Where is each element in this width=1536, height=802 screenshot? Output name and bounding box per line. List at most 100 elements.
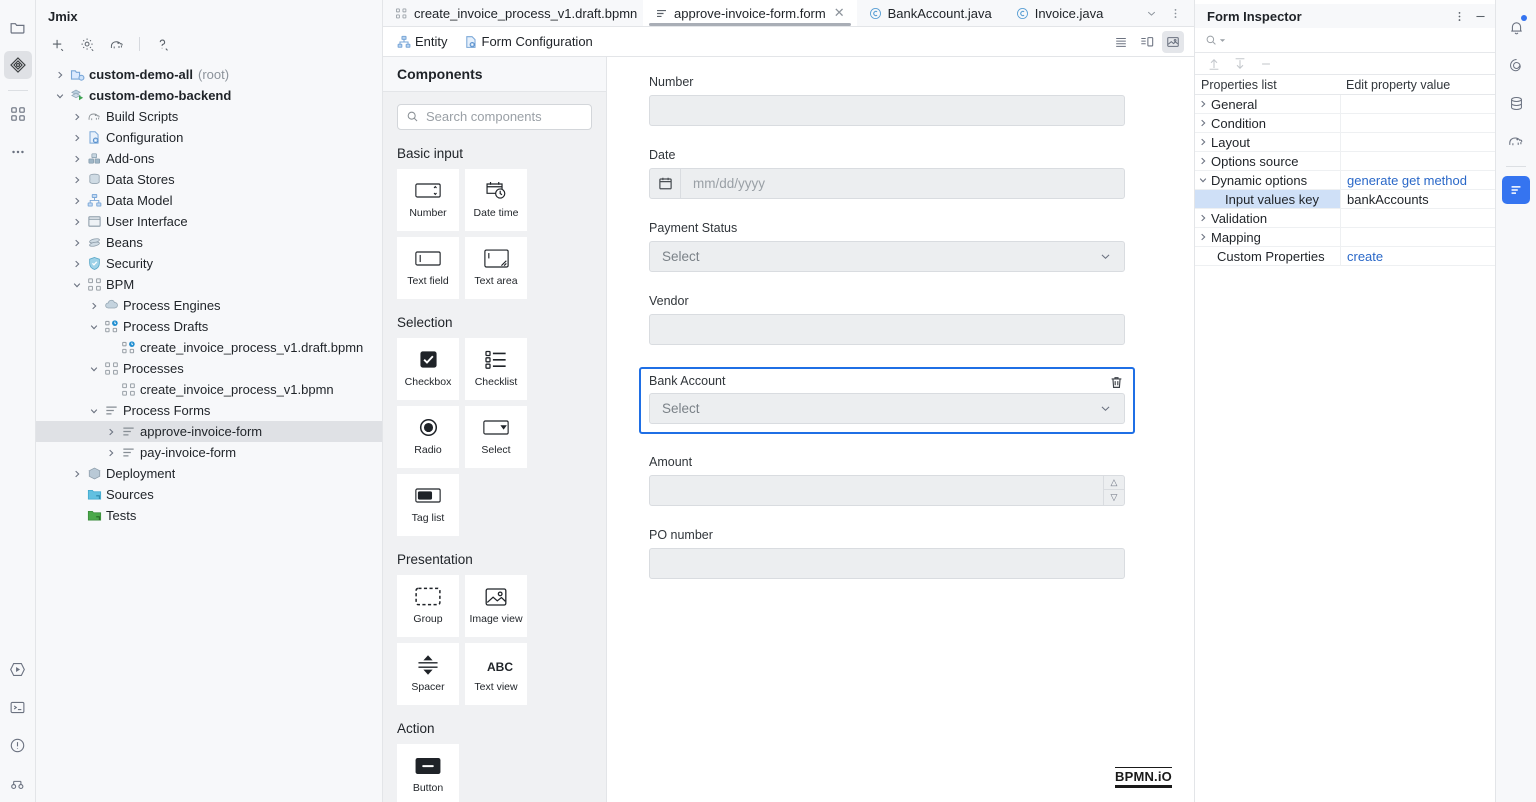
- tree-node-create-invoice-process-v1-bpmn[interactable]: create_invoice_process_v1.bpmn: [36, 379, 382, 400]
- chevron-right-icon[interactable]: [69, 469, 85, 479]
- chevron-right-icon[interactable]: [69, 133, 85, 143]
- form-field-number[interactable]: Number: [649, 75, 1125, 126]
- inspector-search-input[interactable]: [1195, 28, 1495, 53]
- inspector-row-mapping[interactable]: Mapping: [1195, 228, 1495, 247]
- project-folder-icon[interactable]: [4, 13, 32, 41]
- inspector-property-value-cell[interactable]: generate get method: [1340, 171, 1495, 189]
- chevron-right-icon[interactable]: [1195, 99, 1211, 109]
- inspector-property-value-cell[interactable]: [1340, 114, 1495, 132]
- chevron-right-icon[interactable]: [103, 448, 119, 458]
- collapse-all-icon[interactable]: [1233, 57, 1247, 71]
- inspector-property-value-cell[interactable]: [1340, 152, 1495, 170]
- editor-tab-bankaccount-java[interactable]: BankAccount.java: [857, 0, 1004, 26]
- minimize-icon[interactable]: [1474, 10, 1487, 23]
- palette-item-spacer[interactable]: Spacer: [397, 642, 459, 705]
- chevron-right-icon[interactable]: [69, 217, 85, 227]
- inspector-property-name-cell[interactable]: General: [1195, 95, 1340, 113]
- stepper-down-icon[interactable]: ▽: [1104, 490, 1124, 505]
- version-control-icon[interactable]: [4, 769, 32, 797]
- tree-node-user-interface[interactable]: User Interface: [36, 211, 382, 232]
- split-view-icon[interactable]: [1136, 31, 1158, 53]
- expand-all-icon[interactable]: [1207, 57, 1221, 71]
- tree-node-data-model[interactable]: Data Model: [36, 190, 382, 211]
- inspector-row-custom-properties[interactable]: Custom Properties create: [1195, 247, 1495, 266]
- chevron-down-icon[interactable]: [1140, 2, 1162, 24]
- project-tree[interactable]: custom-demo-all (root) custom-demo-backend…: [36, 60, 382, 802]
- editor-tab-bar[interactable]: create_invoice_process_v1.draft.bpmn appr…: [383, 0, 1194, 28]
- inspector-property-name-cell[interactable]: Validation: [1195, 209, 1340, 227]
- more-vertical-icon[interactable]: [1164, 2, 1186, 24]
- inspector-property-value[interactable]: create: [1347, 249, 1383, 264]
- inspector-row-input-values-key[interactable]: Input values key bankAccounts: [1195, 190, 1495, 209]
- chevron-down-icon[interactable]: [86, 406, 102, 416]
- tree-node-process-engines[interactable]: Process Engines: [36, 295, 382, 316]
- tree-node-sources[interactable]: Sources: [36, 484, 382, 505]
- tree-node-build-scripts[interactable]: Build Scripts: [36, 106, 382, 127]
- remove-icon[interactable]: [1259, 57, 1273, 71]
- tree-node-processes[interactable]: Processes: [36, 358, 382, 379]
- date-input[interactable]: mm/dd/yyyy: [649, 167, 1125, 199]
- chevron-right-icon[interactable]: [69, 112, 85, 122]
- form-field-po-number[interactable]: PO number: [649, 528, 1125, 579]
- tree-node-configuration[interactable]: Configuration: [36, 127, 382, 148]
- search-components-input[interactable]: Search components: [397, 103, 592, 130]
- tree-node-add-ons[interactable]: Add-ons: [36, 148, 382, 169]
- gradle-icon[interactable]: [1502, 127, 1530, 155]
- chevron-right-icon[interactable]: [1195, 118, 1211, 128]
- tree-node-beans[interactable]: Beans: [36, 232, 382, 253]
- palette-item-tag-list[interactable]: Tag list: [397, 473, 459, 536]
- palette-item-text-view[interactable]: ABC Text view: [465, 642, 527, 705]
- chevron-right-icon[interactable]: [69, 154, 85, 164]
- editor-tab-invoice-java[interactable]: Invoice.java: [1004, 0, 1116, 26]
- chevron-right-icon[interactable]: [69, 175, 85, 185]
- inspector-row-dynamic-options[interactable]: Dynamic options generate get method: [1195, 171, 1495, 190]
- form-configuration-link[interactable]: Form Configuration: [458, 31, 599, 52]
- palette-item-radio[interactable]: Radio: [397, 405, 459, 468]
- palette-item-date-time[interactable]: Date time: [465, 168, 527, 231]
- tree-node-approve-invoice-form[interactable]: approve-invoice-form: [36, 421, 382, 442]
- chevron-right-icon[interactable]: [69, 259, 85, 269]
- tree-node-custom-demo-all[interactable]: custom-demo-all (root): [36, 64, 382, 85]
- inspector-property-name-cell[interactable]: Mapping: [1195, 228, 1340, 246]
- palette-item-text-area[interactable]: Text area: [465, 236, 527, 299]
- palette-item-text-field[interactable]: Text field: [397, 236, 459, 299]
- inspector-property-name-cell[interactable]: Options source: [1195, 152, 1340, 170]
- tree-node-process-forms[interactable]: Process Forms: [36, 400, 382, 421]
- palette-item-number[interactable]: Number: [397, 168, 459, 231]
- select-input[interactable]: Select: [649, 392, 1125, 424]
- chevron-right-icon[interactable]: [1195, 232, 1211, 242]
- database-icon[interactable]: [1502, 89, 1530, 117]
- close-icon[interactable]: ✕: [834, 5, 845, 21]
- inspector-property-rows[interactable]: General Condition Layout Options source Dyna…: [1195, 95, 1495, 266]
- form-field-date[interactable]: Date mm/dd/yyyy: [649, 148, 1125, 199]
- chevron-down-icon[interactable]: [1195, 175, 1211, 185]
- chevron-right-icon[interactable]: [103, 427, 119, 437]
- inspector-property-value-cell[interactable]: [1340, 209, 1495, 227]
- stepper-up-icon[interactable]: △: [1104, 476, 1124, 491]
- form-field-bank-account[interactable]: Bank Account Select: [639, 366, 1135, 434]
- settings-icon[interactable]: [76, 33, 98, 55]
- chevron-right-icon[interactable]: [86, 301, 102, 311]
- terminal-icon[interactable]: [4, 693, 32, 721]
- problems-icon[interactable]: [4, 731, 32, 759]
- number-value[interactable]: [650, 476, 1103, 505]
- palette-item-select[interactable]: Select: [465, 405, 527, 468]
- number-stepper-buttons[interactable]: △ ▽: [1103, 475, 1124, 505]
- chevron-down-icon[interactable]: [1099, 250, 1112, 263]
- palette-item-group[interactable]: Group: [397, 574, 459, 637]
- editor-tab-create-invoice-process-v1-draft-bpmn[interactable]: create_invoice_process_v1.draft.bpmn: [383, 0, 643, 26]
- tree-node-create-invoice-process-v1-draft-bpmn[interactable]: create_invoice_process_v1.draft.bpmn: [36, 337, 382, 358]
- run-icon[interactable]: [4, 655, 32, 683]
- structure-icon[interactable]: [4, 100, 32, 128]
- inspector-property-value-cell[interactable]: [1340, 228, 1495, 246]
- inspector-property-name-cell[interactable]: Custom Properties: [1195, 247, 1340, 265]
- chevron-right-icon[interactable]: [1195, 156, 1211, 166]
- chevron-right-icon[interactable]: [1195, 213, 1211, 223]
- list-view-icon[interactable]: [1110, 31, 1132, 53]
- form-canvas[interactable]: Number Date mm/dd/yyyy Payment Status Select…: [607, 56, 1194, 802]
- tree-node-tests[interactable]: Tests: [36, 505, 382, 526]
- notifications-icon[interactable]: [1502, 13, 1530, 41]
- text-input[interactable]: [649, 94, 1125, 126]
- chevron-down-icon[interactable]: [52, 91, 68, 101]
- jmix-icon[interactable]: [3, 51, 32, 79]
